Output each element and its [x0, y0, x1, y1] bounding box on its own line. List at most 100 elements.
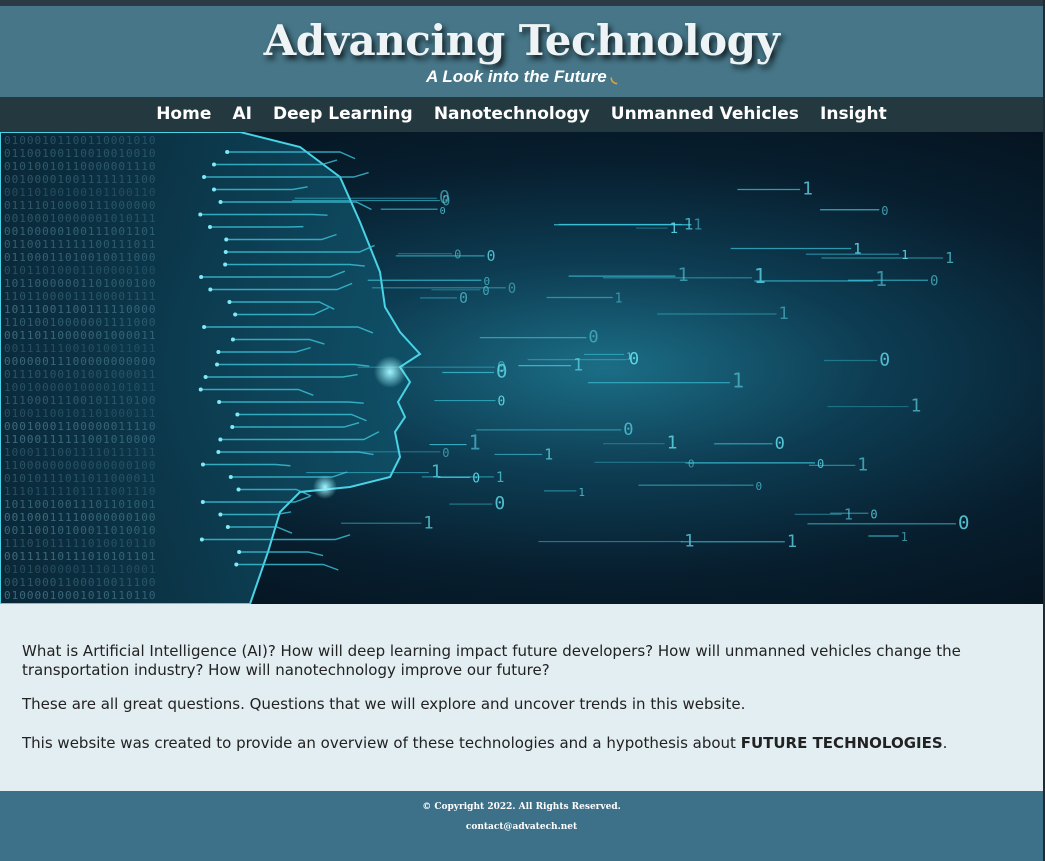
circuit-node: [199, 275, 204, 279]
circuit-node: [230, 337, 235, 342]
circuit-node: [230, 425, 235, 429]
circuit-node: [218, 512, 223, 517]
glow-point: [313, 475, 337, 499]
stream-digit: 0: [629, 350, 639, 370]
circuit-node: [225, 525, 230, 529]
circuit-node: [212, 187, 217, 192]
stream-digit: 0: [459, 289, 468, 307]
future-technologies-emphasis: FUTURE TECHNOLOGIES: [740, 734, 943, 752]
stream-digit: 1: [732, 369, 744, 393]
circuit-node: [199, 537, 204, 542]
copyright-text: © Copyright 2022. All Rights Reserved.: [422, 802, 621, 812]
glow-point: [374, 356, 406, 388]
nav-nanotechnology[interactable]: Nanotechnology: [434, 104, 590, 124]
stream-digit: 1: [573, 356, 583, 376]
spinner-icon: ◟: [610, 69, 617, 86]
circuit-node: [207, 225, 212, 229]
circuit-node: [223, 262, 228, 267]
stream-digit: 1: [667, 433, 678, 454]
circuit-node: [203, 375, 208, 379]
intro-paragraph: What is Artificial Intelligence (AI)? Ho…: [22, 642, 961, 679]
stream-digit: 0: [472, 471, 480, 486]
stream-digit: 0: [483, 275, 490, 288]
stream-digit: 1: [423, 513, 433, 533]
main-nav: Home AI Deep Learning Nanotechnology Unm…: [0, 97, 1043, 132]
stream-digit: 0: [496, 360, 507, 382]
stream-digit: 0: [817, 457, 824, 471]
stream-digit: 0: [930, 273, 938, 289]
stream-digit: 0: [588, 328, 598, 348]
ai-head-binary-image: 0100010110011000101001100100110010010010…: [0, 132, 969, 604]
nav-insight[interactable]: Insight: [820, 104, 887, 124]
circuit-node: [237, 550, 242, 554]
circuit-node: [233, 312, 238, 317]
stream-digit: 0: [498, 395, 506, 410]
circuit-node: [227, 300, 232, 304]
nav-unmanned-vehicles[interactable]: Unmanned Vehicles: [611, 104, 799, 124]
intro-section: What is Artificial Intelligence (AI)? Ho…: [0, 604, 1043, 791]
circuit-node: [198, 387, 203, 392]
stream-digit: 0: [688, 457, 695, 470]
stream-digit: 1: [677, 264, 688, 286]
circuit-node: [224, 237, 229, 242]
tagline: A Look into the Future ◟: [0, 67, 1043, 87]
circuit-node: [200, 500, 205, 504]
stream-digit: 0: [454, 248, 461, 262]
nav-ai[interactable]: AI: [232, 104, 251, 124]
tagline-text: A Look into the Future: [426, 67, 607, 86]
stream-digit: 1: [779, 304, 789, 324]
stream-digit: 0: [958, 512, 969, 534]
stream-digit: 1: [431, 462, 442, 483]
circuit-node: [198, 212, 203, 217]
stream-digit: 1: [901, 248, 908, 262]
stream-digit: 1: [578, 486, 585, 499]
stream-digit: 1: [787, 532, 797, 552]
circuit-node: [211, 162, 216, 167]
stream-digit: 0: [487, 247, 496, 265]
stream-digit: 1: [684, 214, 694, 233]
stream-digit: 0: [881, 204, 888, 218]
purpose-period: .: [942, 734, 948, 752]
site-header: Advancing Technology A Look into the Fut…: [0, 6, 1043, 97]
circuit-node: [228, 475, 233, 479]
purpose-paragraph: This website was created to provide an o…: [22, 734, 1021, 753]
stream-digit: 0: [755, 480, 762, 493]
stream-digit: 0: [440, 206, 446, 217]
circuit-node: [235, 412, 240, 417]
circuit-node: [218, 437, 223, 442]
circuit-node: [225, 150, 230, 154]
contact-email[interactable]: contact@advatech.net: [0, 822, 1043, 832]
stream-digit: 1: [875, 267, 887, 291]
circuit-node: [216, 350, 221, 354]
site-footer: © Copyright 2022. All Rights Reserved. c…: [0, 791, 1043, 861]
circuit-node: [202, 175, 207, 179]
circuit-node: [218, 200, 223, 204]
circuit-node: [215, 362, 220, 367]
stream-digit: 1: [754, 264, 766, 288]
stream-digit: 1: [853, 242, 861, 258]
stream-digit: 0: [494, 493, 505, 514]
circuit-node: [217, 400, 222, 404]
circuit-node: [236, 487, 241, 492]
stream-digit: 1: [670, 221, 678, 237]
stream-digit: 1: [911, 396, 922, 417]
stream-digit: 1: [496, 470, 504, 486]
stream-digit: 1: [945, 249, 954, 267]
stream-digit: 0: [623, 420, 633, 440]
stream-digit: 1: [844, 505, 853, 523]
circuit-node: [234, 562, 239, 567]
stream-digit: 1: [901, 530, 908, 544]
site-title: Advancing Technology: [263, 16, 780, 65]
stream-digit: 1: [615, 291, 623, 306]
circuit-node: [200, 462, 205, 467]
stream-digit: 1: [469, 431, 481, 455]
circuit-node: [223, 250, 228, 254]
circuit-node: [216, 450, 221, 454]
nav-home[interactable]: Home: [156, 104, 211, 124]
nav-deep-learning[interactable]: Deep Learning: [273, 104, 413, 124]
circuit-node: [202, 325, 207, 329]
stream-digit: 1: [857, 454, 868, 475]
stream-digit: 1: [802, 179, 813, 200]
stream-digit: 0: [879, 350, 890, 371]
circuit-node: [208, 287, 213, 292]
